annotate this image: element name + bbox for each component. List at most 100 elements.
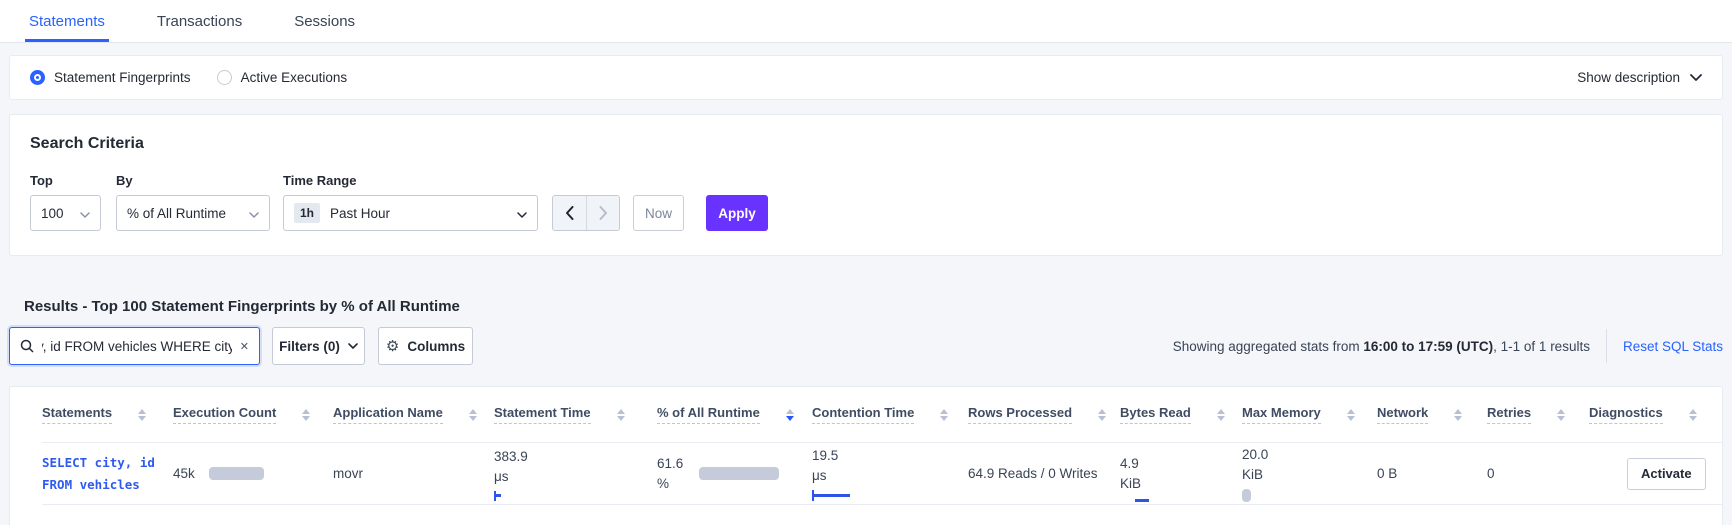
- search-criteria-panel: Search Criteria Top 100 By % of All Runt…: [9, 114, 1723, 256]
- col-header-label: Contention Time: [812, 405, 915, 424]
- radio-statement-fingerprints[interactable]: Statement Fingerprints: [30, 70, 191, 85]
- col-header-label: Statements: [42, 405, 113, 424]
- activate-diagnostics-button[interactable]: Activate: [1627, 457, 1706, 490]
- col-header-label: Execution Count: [173, 405, 277, 424]
- network-value: 0 B: [1377, 466, 1398, 481]
- table-header-row: Statements Execution Count Application N…: [42, 387, 1722, 443]
- max-memory-unit: KiB: [1242, 467, 1264, 482]
- apply-button[interactable]: Apply: [706, 195, 768, 231]
- bytes-read-value: 4.9: [1120, 455, 1139, 471]
- col-header-label: Network: [1377, 405, 1429, 424]
- sort-icon[interactable]: [1215, 407, 1227, 423]
- top-select[interactable]: 100: [30, 195, 101, 231]
- statements-table: Statements Execution Count Application N…: [9, 386, 1723, 525]
- col-header-max-memory[interactable]: Max Memory: [1242, 405, 1377, 424]
- statement-fingerprint-link[interactable]: SELECT city, id FROM vehicles: [42, 452, 173, 495]
- col-header-application-name[interactable]: Application Name: [333, 405, 494, 424]
- search-input-text: y, id FROM vehicles WHERE city = $1: [42, 338, 232, 354]
- col-header-label: % of All Runtime: [657, 405, 760, 424]
- search-criteria-controls: Top 100 By % of All Runtime Time Range 1…: [30, 173, 1702, 231]
- by-select-value: % of All Runtime: [127, 205, 227, 221]
- statement-time-bar: [494, 490, 657, 501]
- col-header-retries[interactable]: Retries: [1487, 405, 1589, 424]
- sort-icon[interactable]: [1452, 407, 1464, 423]
- table-row: SELECT city, id FROM vehicles 45k movr 3…: [42, 443, 1722, 505]
- application-name-value: movr: [333, 466, 363, 481]
- chevron-right-icon: [599, 206, 607, 220]
- chevron-down-icon: [249, 206, 259, 221]
- cell-rows-processed: 64.9 Reads / 0 Writes: [968, 466, 1120, 481]
- col-header-diagnostics[interactable]: Diagnostics: [1589, 405, 1722, 424]
- col-header-bytes-read[interactable]: Bytes Read: [1120, 405, 1242, 424]
- chevron-down-icon: [517, 206, 527, 221]
- time-range-picker[interactable]: 1h Past Hour: [283, 195, 538, 231]
- radio-active-executions[interactable]: Active Executions: [216, 70, 348, 85]
- show-description-toggle[interactable]: Show description: [1577, 70, 1702, 85]
- bytes-read-unit: KiB: [1120, 475, 1142, 491]
- radio-unselected-icon: [216, 70, 232, 85]
- col-header-percent-runtime[interactable]: % of All Runtime: [657, 405, 812, 424]
- sort-icon[interactable]: [1687, 407, 1699, 423]
- tab-sessions[interactable]: Sessions: [290, 13, 359, 42]
- sort-icon[interactable]: [615, 407, 627, 423]
- cell-statement-time: 383.9 μs: [494, 447, 657, 501]
- col-header-statement-time[interactable]: Statement Time: [494, 405, 657, 424]
- col-header-label: Rows Processed: [968, 405, 1073, 424]
- filters-button[interactable]: Filters (0): [272, 327, 365, 365]
- by-group: By % of All Runtime: [116, 173, 270, 231]
- sort-icon[interactable]: [136, 407, 148, 423]
- sql-line-1: SELECT city, id: [42, 455, 155, 471]
- filters-button-label: Filters (0): [279, 338, 340, 354]
- radio-selected-icon: [30, 70, 45, 85]
- tab-transactions[interactable]: Transactions: [153, 13, 246, 42]
- sort-icon[interactable]: [1345, 407, 1357, 423]
- showing-range: 16:00 to 17:59 (UTC): [1363, 338, 1494, 354]
- sort-icon[interactable]: [300, 407, 312, 423]
- reset-sql-stats-link[interactable]: Reset SQL Stats: [1623, 339, 1723, 354]
- now-button[interactable]: Now: [633, 195, 684, 231]
- columns-button[interactable]: ⚙ Columns: [378, 327, 473, 365]
- showing-suffix: , 1-1 of 1 results: [1493, 338, 1590, 354]
- view-mode-bar: Statement Fingerprints Active Executions…: [9, 55, 1723, 100]
- results-heading: Results - Top 100 Statement Fingerprints…: [24, 298, 460, 315]
- by-select[interactable]: % of All Runtime: [116, 195, 270, 231]
- chevron-down-icon: [1690, 74, 1702, 81]
- gear-icon: ⚙: [385, 338, 400, 355]
- sort-icon[interactable]: [467, 407, 479, 423]
- sql-line-2: FROM vehicles: [42, 476, 140, 492]
- col-header-execution-count[interactable]: Execution Count: [173, 405, 333, 424]
- search-criteria-title: Search Criteria: [30, 135, 144, 152]
- next-time-window-button[interactable]: [586, 196, 619, 230]
- previous-time-window-button[interactable]: [553, 196, 586, 230]
- percent-runtime-value: 61.6: [657, 455, 684, 471]
- cell-network: 0 B: [1377, 466, 1487, 481]
- by-label: By: [116, 173, 133, 188]
- tab-statements[interactable]: Statements: [25, 13, 109, 42]
- col-header-network[interactable]: Network: [1377, 405, 1487, 424]
- percent-runtime-bar: [699, 467, 780, 480]
- clear-search-icon[interactable]: ✕: [240, 340, 249, 353]
- cell-bytes-read: 4.9 KiB: [1120, 454, 1242, 502]
- time-range-badge: 1h: [294, 203, 321, 223]
- show-description-label: Show description: [1577, 70, 1680, 85]
- percent-runtime-text: 61.6 %: [657, 454, 683, 494]
- sort-icon[interactable]: [1096, 407, 1108, 423]
- max-memory-bar: [1242, 489, 1251, 502]
- statement-time-value: 383.9: [494, 448, 528, 464]
- top-select-value: 100: [41, 205, 64, 221]
- execution-count-value: 45k: [173, 466, 195, 481]
- col-header-rows-processed[interactable]: Rows Processed: [968, 405, 1120, 424]
- statement-search-input[interactable]: y, id FROM vehicles WHERE city = $1 ✕: [9, 327, 260, 365]
- time-range-pager: [552, 195, 620, 231]
- search-icon: [20, 339, 34, 353]
- time-range-label: Time Range: [283, 173, 357, 188]
- contention-time-bar: [812, 490, 968, 501]
- sort-icon-active-desc[interactable]: [784, 407, 796, 423]
- sort-icon[interactable]: [1555, 407, 1567, 423]
- radio-label-active-executions: Active Executions: [240, 70, 348, 85]
- contention-time-unit: μs: [812, 468, 827, 483]
- col-header-contention-time[interactable]: Contention Time: [812, 405, 968, 424]
- col-header-label: Statement Time: [494, 405, 591, 424]
- sort-icon[interactable]: [938, 407, 950, 423]
- col-header-statements[interactable]: Statements: [42, 405, 173, 424]
